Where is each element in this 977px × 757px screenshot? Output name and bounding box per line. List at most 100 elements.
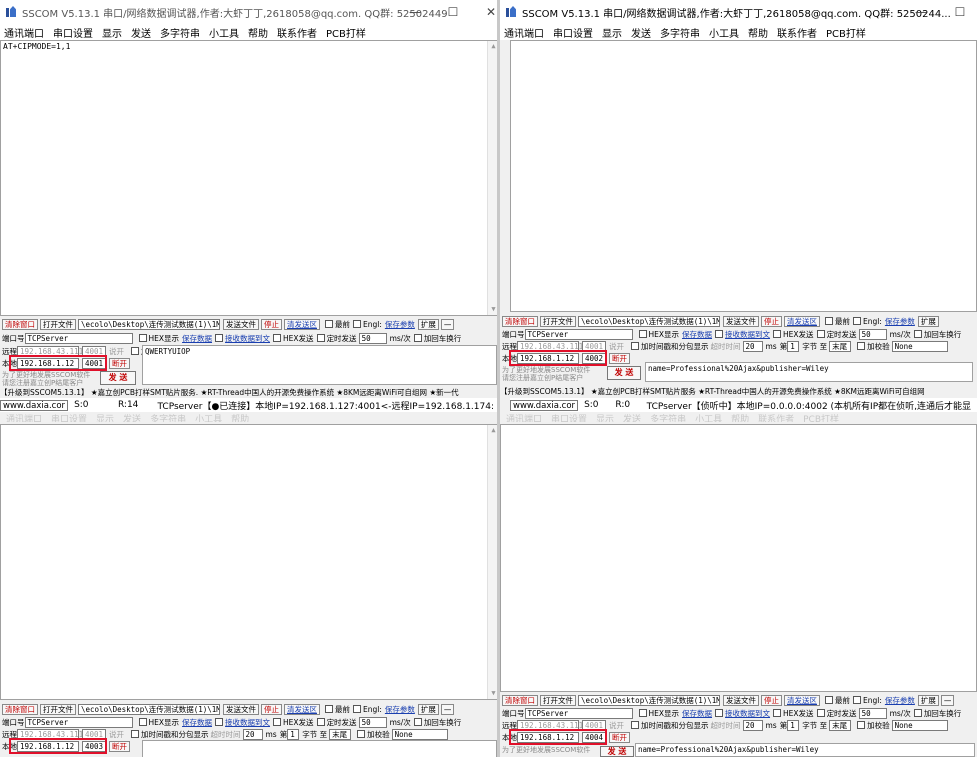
collapse-button[interactable]: — <box>440 703 455 715</box>
timed-interval-input[interactable]: 50 <box>858 328 887 340</box>
receive-area[interactable]: AT+CIPMODE=1,1 ▲ ▼ <box>0 40 500 316</box>
clear-send-button[interactable]: 清发送区 <box>784 694 820 706</box>
save-params-link[interactable]: 保存参数 <box>885 695 915 706</box>
save-params-link[interactable]: 保存参数 <box>885 316 915 327</box>
menu-send[interactable]: 发送 <box>131 25 151 40</box>
send-text-area[interactable] <box>142 740 497 757</box>
disconnect-button[interactable]: 断开 <box>109 357 130 369</box>
receive-area[interactable]: ▲ ▼ <box>0 424 500 700</box>
checksum-checkbox[interactable] <box>357 730 366 738</box>
send-button[interactable]: 发 送 <box>600 746 634 757</box>
timed-send-checkbox[interactable] <box>316 334 325 342</box>
checksum-checkbox[interactable] <box>857 342 866 350</box>
checksum-checkbox[interactable] <box>857 721 866 729</box>
menu-contact[interactable]: 联系作者 <box>277 25 317 40</box>
timeout-input[interactable]: 20 <box>742 340 763 352</box>
open-file-button[interactable]: 打开文件 <box>40 703 76 715</box>
stop-button[interactable]: 停止 <box>761 694 782 706</box>
open-file-button[interactable]: 打开文件 <box>540 694 576 706</box>
send-file-button[interactable]: 发送文件 <box>723 315 759 327</box>
clear-window-button[interactable]: 清除窗口 <box>2 703 38 715</box>
hex-display-checkbox[interactable] <box>138 334 147 342</box>
checksum-select[interactable]: None <box>891 719 948 731</box>
byte-start-input[interactable]: 1 <box>287 728 300 740</box>
expand-button[interactable]: 扩展 <box>417 318 439 330</box>
file-path-field[interactable]: \ecolo\Desktop\连传测试数据(1)\1M.hex <box>578 694 720 706</box>
save-params-link[interactable]: 保存参数 <box>385 704 415 715</box>
listen-button[interactable]: 断开 <box>609 352 630 364</box>
timestamp-checkbox[interactable] <box>631 342 639 350</box>
append-crlf-checkbox[interactable] <box>413 718 422 726</box>
recv-to-file-label[interactable]: 接收数据到文 <box>225 333 270 344</box>
recv-to-file-label[interactable]: 接收数据到文 <box>225 717 270 728</box>
hex-display-checkbox[interactable] <box>138 718 147 726</box>
timed-interval-input[interactable]: 50 <box>858 707 887 719</box>
timed-send-checkbox[interactable] <box>816 709 825 717</box>
append-crlf-checkbox[interactable] <box>913 709 922 717</box>
append-crlf-checkbox[interactable] <box>413 334 422 342</box>
open-file-button[interactable]: 打开文件 <box>540 315 576 327</box>
menu-tools[interactable]: 小工具 <box>209 25 239 40</box>
menu-pcb[interactable]: PCB打样 <box>826 25 866 40</box>
menu-multi-string[interactable]: 多字符串 <box>660 25 700 40</box>
menu-comm-port[interactable]: 通讯端口 <box>4 25 44 40</box>
menu-comm-port[interactable]: 通讯端口 <box>504 25 544 40</box>
send-file-button[interactable]: 发送文件 <box>223 703 259 715</box>
save-data-link[interactable]: 保存数据 <box>682 329 712 340</box>
timed-send-checkbox[interactable] <box>316 718 325 726</box>
clear-window-button[interactable]: 清除窗口 <box>2 318 38 330</box>
timestamp-checkbox[interactable] <box>131 347 139 355</box>
status-site-link[interactable]: www.daxia.cor <box>510 399 579 411</box>
menu-multi-string[interactable]: 多字符串 <box>160 25 200 40</box>
menu-contact[interactable]: 联系作者 <box>777 25 817 40</box>
english-checkbox[interactable] <box>853 317 861 325</box>
ad-bar[interactable]: 【升级到SSCOM5.13.1】 ★嘉立创PCB打样SMT贴片服务. ★RT-T… <box>0 387 500 398</box>
clear-window-button[interactable]: 清除窗口 <box>502 694 538 706</box>
save-data-link[interactable]: 保存数据 <box>182 717 212 728</box>
end-select[interactable]: 末尾 <box>829 719 852 731</box>
recv-to-file-label[interactable]: 接收数据到文 <box>725 708 770 719</box>
send-file-button[interactable]: 发送文件 <box>223 318 259 330</box>
menu-display[interactable]: 显示 <box>102 25 122 40</box>
checksum-select[interactable]: None <box>391 728 448 740</box>
english-checkbox[interactable] <box>853 696 861 704</box>
ad-bar[interactable]: 【升级到SSCOM5.13.1】 ★嘉立创PCB打样SMT贴片服务 ★RT-Th… <box>500 386 977 397</box>
menu-tools[interactable]: 小工具 <box>709 25 739 40</box>
recv-to-file-checkbox[interactable] <box>215 718 224 726</box>
port-type-select[interactable]: TCPServer <box>24 332 133 344</box>
send-text-area[interactable]: name=Professional%20Ajax&publisher=Wiley <box>645 362 973 382</box>
expand-button[interactable]: 扩展 <box>917 315 939 327</box>
send-text-area[interactable]: QWERTYUIOP <box>142 345 497 385</box>
timestamp-checkbox[interactable] <box>631 721 639 729</box>
save-params-link[interactable]: 保存参数 <box>385 319 415 330</box>
hex-send-checkbox[interactable] <box>273 334 282 342</box>
status-site-link[interactable]: www.daxia.cor <box>0 399 69 411</box>
hex-display-checkbox[interactable] <box>638 330 647 338</box>
stop-button[interactable]: 停止 <box>761 315 782 327</box>
file-path-field[interactable]: \ecolo\Desktop\连传测试数据(1)\1M.hex <box>78 318 220 330</box>
port-type-select[interactable]: TCPServer <box>524 707 633 719</box>
listen-button[interactable]: 断开 <box>109 740 130 752</box>
save-data-link[interactable]: 保存数据 <box>182 333 212 344</box>
expand-button[interactable]: 扩展 <box>417 703 439 715</box>
port-type-select[interactable]: TCPServer <box>24 716 133 728</box>
send-button[interactable]: 发 送 <box>607 366 641 380</box>
checksum-select[interactable]: None <box>891 340 948 352</box>
expand-button[interactable]: 扩展 <box>917 694 939 706</box>
stop-button[interactable]: 停止 <box>261 703 282 715</box>
recv-to-file-label[interactable]: 接收数据到文 <box>725 329 770 340</box>
hex-send-checkbox[interactable] <box>273 718 282 726</box>
append-crlf-checkbox[interactable] <box>913 330 922 338</box>
timed-interval-input[interactable]: 50 <box>358 716 387 728</box>
menu-help[interactable]: 帮助 <box>248 25 268 40</box>
hex-display-checkbox[interactable] <box>638 709 647 717</box>
collapse-button[interactable]: — <box>940 694 955 706</box>
clear-send-button[interactable]: 清发送区 <box>284 318 320 330</box>
menu-pcb[interactable]: PCB打样 <box>326 25 366 40</box>
hex-send-checkbox[interactable] <box>773 709 782 717</box>
send-text-area[interactable]: name=Professional%20Ajax&publisher=Wiley <box>635 743 975 757</box>
menu-help[interactable]: 帮助 <box>748 25 768 40</box>
clear-window-button[interactable]: 清除窗口 <box>502 315 538 327</box>
front-checkbox[interactable] <box>325 705 333 713</box>
timed-interval-input[interactable]: 50 <box>358 332 387 344</box>
